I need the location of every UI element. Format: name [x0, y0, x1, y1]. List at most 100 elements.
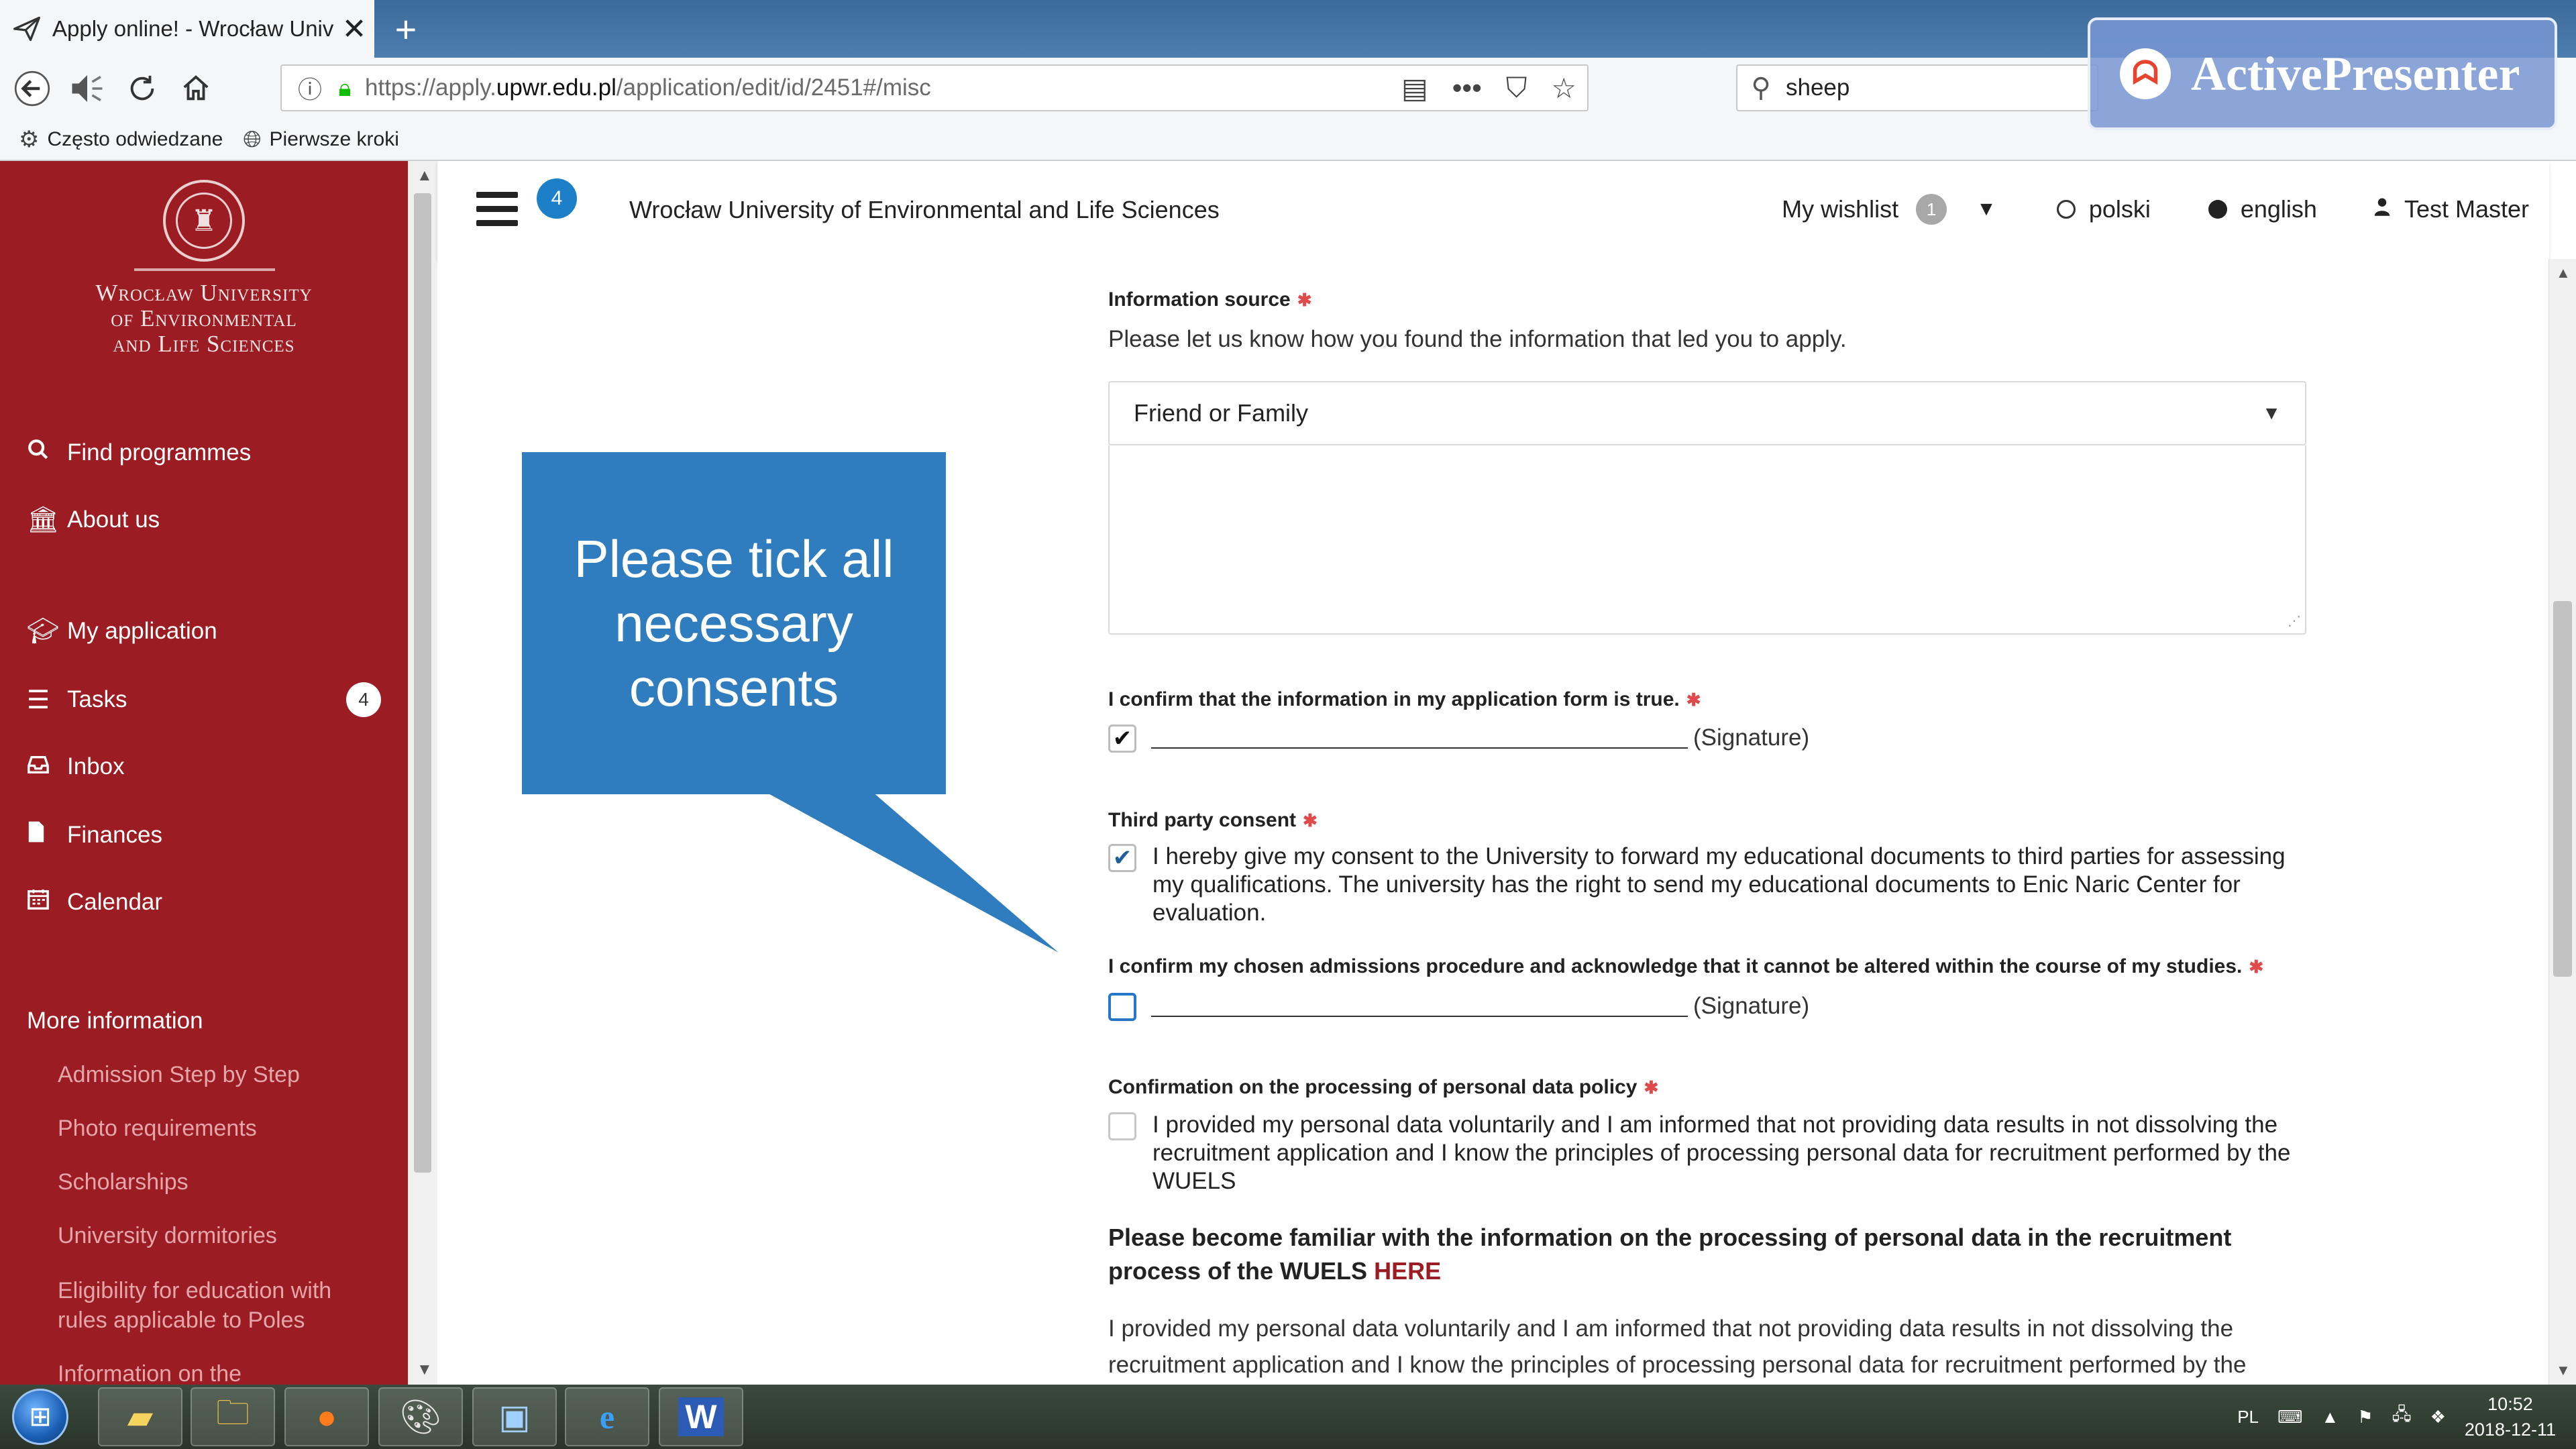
- url-text[interactable]: https://apply.upwr.edu.pl/application/ed…: [365, 74, 931, 101]
- tasks-icon: ☰: [27, 686, 50, 714]
- content-scroll-thumb[interactable]: [2553, 601, 2572, 977]
- user-name[interactable]: Test Master: [2404, 195, 2529, 223]
- personal-data-text: I provided my personal data voluntarily …: [1152, 1112, 2291, 1194]
- radio-checked-icon[interactable]: [2208, 200, 2227, 219]
- link-scholarships[interactable]: Scholarships: [58, 1167, 380, 1197]
- back-button[interactable]: [8, 64, 56, 113]
- clock[interactable]: 10:52 2018-12-11: [2465, 1391, 2556, 1442]
- dropbox-icon[interactable]: ❖: [2430, 1407, 2446, 1428]
- taskbar-paint[interactable]: 🎨︎: [378, 1387, 463, 1446]
- reload-button[interactable]: [118, 64, 166, 113]
- tasks-count-badge: 4: [346, 682, 381, 717]
- internet-explorer-icon: e: [599, 1398, 615, 1436]
- sidebar-item-my-application[interactable]: 🎓︎ My application: [27, 608, 389, 655]
- checkmark-icon: ✔: [1112, 726, 1132, 751]
- bookmark-often-visited[interactable]: ⚙ Często odwiedzane: [19, 126, 223, 153]
- file-icon: [27, 820, 67, 850]
- sidebar-item-label: Inbox: [67, 753, 125, 780]
- tab-title: Apply online! - Wrocław Univer: [52, 16, 334, 41]
- chevron-down-icon[interactable]: ▼: [1976, 198, 1996, 221]
- pocket-icon[interactable]: ⛉: [1506, 72, 1527, 105]
- university-crest-logo[interactable]: ♜: [163, 180, 245, 262]
- radio-unchecked-icon[interactable]: [2056, 200, 2076, 219]
- sidebar-scroll-thumb[interactable]: [414, 193, 431, 1173]
- content-scrollbar[interactable]: ▲ ▼: [2548, 259, 2576, 1385]
- link-photo-requirements[interactable]: Photo requirements: [58, 1114, 380, 1143]
- scroll-down-icon[interactable]: ▼: [2556, 1362, 2571, 1379]
- reader-view-icon[interactable]: ▤: [1401, 72, 1428, 105]
- close-tab-icon[interactable]: ✕: [334, 12, 374, 46]
- link-university-dormitories[interactable]: University dormitories: [58, 1221, 380, 1250]
- taskbar-sticky-notes[interactable]: ▰: [98, 1387, 182, 1446]
- sidebar-item-find-programmes[interactable]: Find programmes: [27, 429, 389, 476]
- resize-grip-icon[interactable]: ⋰: [2288, 612, 2301, 629]
- chevron-up-icon[interactable]: ▲: [2322, 1407, 2339, 1428]
- browser-tab[interactable]: Apply online! - Wrocław Univer ✕: [0, 0, 374, 58]
- admissions-procedure-checkbox[interactable]: [1108, 993, 1136, 1021]
- taskbar-pictures[interactable]: ▣: [472, 1387, 557, 1446]
- network-icon[interactable]: 🖧︎: [2392, 1402, 2412, 1432]
- speaker-muted-icon[interactable]: [63, 64, 111, 113]
- word-icon: W: [678, 1397, 724, 1436]
- menu-notification-badge: 4: [537, 178, 577, 219]
- sidebar-item-tasks[interactable]: ☰ Tasks 4: [27, 676, 389, 723]
- link-eligibility[interactable]: Eligibility for education with rules app…: [58, 1276, 380, 1335]
- start-button[interactable]: ⊞: [12, 1389, 68, 1445]
- sidebar-item-label: Calendar: [67, 889, 163, 915]
- header-actions: My wishlist 1 ▼ polski english Test Mast…: [1782, 188, 2529, 231]
- url-bar[interactable]: ⓘ 🔒︎ https://apply.upwr.edu.pl/applicati…: [280, 64, 1589, 111]
- scroll-up-icon[interactable]: ▲: [417, 166, 433, 185]
- taskbar-firefox[interactable]: ●: [284, 1387, 369, 1446]
- bookmark-label: Pierwsze kroki: [269, 128, 399, 150]
- speaker-icon: [72, 75, 103, 102]
- personal-data-checkbox[interactable]: [1108, 1112, 1136, 1140]
- third-party-checkbox[interactable]: ✔: [1108, 844, 1136, 872]
- bookmark-star-icon[interactable]: ☆: [1551, 72, 1576, 105]
- language-english[interactable]: english: [2241, 195, 2317, 223]
- crest-emblem-icon: ♜: [176, 193, 232, 249]
- link-information-on-the[interactable]: Information on the: [58, 1359, 380, 1385]
- sidebar-item-calendar[interactable]: Calendar: [27, 879, 389, 926]
- info-source-textarea[interactable]: ⋰: [1108, 445, 2306, 635]
- info-icon[interactable]: ⓘ: [290, 70, 330, 105]
- signature-line: [1151, 1016, 1688, 1017]
- sidebar-item-label: Finances: [67, 822, 163, 848]
- lock-icon: 🔒︎: [338, 73, 352, 101]
- bookmark-first-steps[interactable]: 🌐︎ Pierwsze kroki: [243, 127, 399, 153]
- scroll-up-icon[interactable]: ▲: [2556, 264, 2571, 282]
- admissions-procedure-label: I confirm my chosen admissions procedure…: [1108, 955, 2264, 977]
- language-indicator[interactable]: PL: [2237, 1407, 2259, 1428]
- sidebar-item-about-us[interactable]: 🏛︎ About us: [27, 496, 389, 543]
- clock-time: 10:52: [2487, 1394, 2533, 1414]
- user-icon: [2373, 197, 2391, 222]
- confirm-true-checkbox[interactable]: ✔: [1108, 724, 1136, 753]
- language-polish[interactable]: polski: [2089, 195, 2151, 223]
- search-input[interactable]: [1784, 74, 2069, 102]
- wishlist-link[interactable]: My wishlist: [1782, 195, 1898, 223]
- personal-data-info-paragraph: Please become familiar with the informat…: [1108, 1224, 2232, 1285]
- header-title[interactable]: Wrocław University of Environmental and …: [629, 196, 1220, 224]
- here-link[interactable]: HERE: [1374, 1257, 1441, 1285]
- search-bar[interactable]: ⚲: [1736, 64, 2098, 111]
- more-actions-icon[interactable]: •••: [1452, 72, 1482, 104]
- sidebar-scrollbar[interactable]: ▲ ▼: [408, 161, 438, 1385]
- callout-text: Please tick all necessary consents: [574, 529, 894, 717]
- activepresenter-watermark: ᗣ ActivePresenter: [2088, 17, 2557, 130]
- info-source-select[interactable]: Friend or Family ▼: [1108, 381, 2306, 445]
- scroll-down-icon[interactable]: ▼: [417, 1360, 433, 1379]
- sidebar-item-finances[interactable]: Finances: [27, 812, 389, 859]
- required-asterisk-icon: ✱: [1303, 810, 1318, 830]
- flag-icon[interactable]: ⚑: [2357, 1407, 2373, 1428]
- taskbar-word[interactable]: W: [659, 1387, 743, 1446]
- university-name[interactable]: Wrocław University of Environmental and …: [0, 280, 408, 357]
- taskbar-explorer[interactable]: 🗀: [191, 1387, 275, 1446]
- new-tab-button[interactable]: +: [382, 0, 429, 58]
- keyboard-icon[interactable]: ⌨: [2277, 1407, 2303, 1428]
- search-icon: [27, 438, 67, 468]
- taskbar-internet-explorer[interactable]: e: [565, 1387, 649, 1446]
- link-admission-step-by-step[interactable]: Admission Step by Step: [58, 1060, 380, 1089]
- home-button[interactable]: [172, 64, 220, 113]
- sidebar-item-inbox[interactable]: Inbox: [27, 743, 389, 790]
- hamburger-menu-icon[interactable]: [476, 192, 518, 227]
- sidebar-item-label: About us: [67, 506, 160, 533]
